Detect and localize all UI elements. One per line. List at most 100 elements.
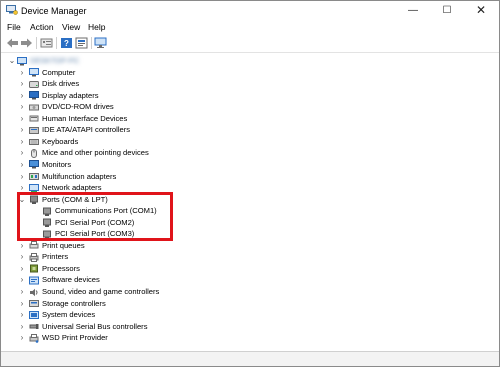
tree-item-label: Mice and other pointing devices <box>42 148 149 158</box>
dvd-drive-icon <box>29 104 39 111</box>
usb-icon <box>29 324 39 330</box>
toolbar-separator <box>56 37 57 49</box>
tree-category[interactable]: › Print queues <box>1 240 499 252</box>
expand-chevron[interactable]: › <box>18 240 26 251</box>
mouse-icon <box>31 148 37 158</box>
maximize-button[interactable]: ☐ <box>431 1 463 20</box>
expand-chevron[interactable]: › <box>18 136 26 147</box>
software-device-icon <box>29 276 39 285</box>
expand-chevron[interactable]: › <box>18 67 26 78</box>
tree-item-label: WSD Print Provider <box>42 333 108 343</box>
tree-item-label: Storage controllers <box>42 298 106 308</box>
tree-category[interactable]: › Human Interface Devices <box>1 113 499 125</box>
expand-chevron[interactable]: › <box>18 90 26 101</box>
device-manager-window: Device Manager — ☐ ✕ File Action View Help … <box>0 0 500 367</box>
forward-icon[interactable] <box>20 37 33 49</box>
expand-chevron[interactable]: › <box>18 298 26 309</box>
window-title: Device Manager <box>21 6 87 16</box>
tree-item-label: Sound, video and game controllers <box>42 287 160 296</box>
keyboard-icon <box>29 139 39 146</box>
properties-icon[interactable] <box>40 37 53 49</box>
expand-chevron[interactable]: › <box>18 286 26 297</box>
tree-item-label: Processors <box>42 263 80 273</box>
back-icon[interactable] <box>6 37 19 49</box>
tree-category[interactable]: › Display adapters <box>1 90 499 102</box>
tree-item-label: Monitors <box>42 159 72 169</box>
menu-view[interactable]: View <box>62 22 80 32</box>
tree-item-label: Print queues <box>42 240 85 250</box>
processor-icon <box>30 264 38 273</box>
expand-chevron[interactable]: › <box>18 78 26 89</box>
speaker-icon <box>30 288 38 296</box>
tree-item-label: Human Interface Devices <box>42 113 128 123</box>
tree-item-label: Display adapters <box>42 90 99 100</box>
tree-category[interactable]: › Multifunction adapters <box>1 171 499 183</box>
close-button[interactable]: ✕ <box>465 1 497 20</box>
toolbar: ? <box>1 34 499 53</box>
tree-category[interactable]: › System devices <box>1 309 499 321</box>
tree-category[interactable]: › Disk drives <box>1 78 499 90</box>
toolbar-separator <box>36 37 37 49</box>
tree-category[interactable]: › Keyboards <box>1 136 499 148</box>
print-queue-icon <box>29 241 39 249</box>
expand-chevron[interactable]: › <box>18 321 26 332</box>
tree-category[interactable]: › Monitors <box>1 159 499 171</box>
expand-chevron[interactable]: › <box>18 159 26 170</box>
expand-chevron[interactable]: › <box>18 332 26 343</box>
tree-item-label: Multifunction adapters <box>42 171 117 181</box>
disk-drive-icon <box>29 80 39 88</box>
tree-root[interactable]: ⌄ DESKTOP-PC <box>1 55 499 67</box>
tree-item-label: Universal Serial Bus controllers <box>42 321 148 331</box>
tree-item-label: Disk drives <box>42 79 80 89</box>
expand-chevron[interactable]: › <box>18 124 26 135</box>
tree-item-label: IDE ATA/ATAPI controllers <box>42 125 131 135</box>
tree-item-label: DVD/CD-ROM drives <box>42 102 114 112</box>
tree-category[interactable]: › Processors <box>1 263 499 275</box>
wsd-printer-icon <box>29 333 39 343</box>
display-adapter-icon <box>29 91 39 100</box>
menu-file[interactable]: File <box>7 22 21 32</box>
expand-chevron[interactable]: › <box>18 113 26 124</box>
collapse-root-chevron[interactable]: ⌄ <box>8 55 16 66</box>
help-icon[interactable]: ? <box>60 37 73 49</box>
tree-item-label: System devices <box>42 310 96 320</box>
computer-name-label: DESKTOP-PC <box>30 56 80 65</box>
toolbar-separator <box>91 37 92 49</box>
ide-controller-icon <box>29 126 39 134</box>
expand-chevron[interactable]: › <box>18 309 26 320</box>
system-device-icon <box>29 310 39 319</box>
expand-chevron[interactable]: › <box>18 251 26 262</box>
multifunction-adapter-icon <box>29 173 39 180</box>
tree-category[interactable]: › WSD Print Provider <box>1 332 499 344</box>
tree-category[interactable]: › Printers <box>1 251 499 263</box>
computer-root-icon <box>17 56 27 65</box>
tree-category[interactable]: › Computer <box>1 67 499 79</box>
storage-controller-icon <box>29 300 39 308</box>
tree-item-label: Computer <box>42 67 76 77</box>
expand-chevron[interactable]: › <box>18 274 26 285</box>
expand-chevron[interactable]: › <box>18 101 26 112</box>
tree-category[interactable]: › DVD/CD-ROM drives <box>1 101 499 113</box>
status-bar <box>1 351 499 366</box>
monitor-icon <box>29 160 39 169</box>
tree-category[interactable]: › Mice and other pointing devices <box>1 147 499 159</box>
menu-help[interactable]: Help <box>88 22 105 32</box>
tree-category[interactable]: › IDE ATA/ATAPI controllers <box>1 124 499 136</box>
tree-category[interactable]: › Universal Serial Bus controllers <box>1 321 499 333</box>
minimize-button[interactable]: — <box>397 1 429 20</box>
update-driver-icon[interactable] <box>75 37 88 49</box>
ports-highlight-box <box>17 192 173 241</box>
expand-chevron[interactable]: › <box>18 263 26 274</box>
computer-icon <box>29 68 39 77</box>
scan-hardware-icon[interactable] <box>94 37 107 49</box>
menu-action[interactable]: Action <box>30 22 54 32</box>
tree-category[interactable]: › Storage controllers <box>1 298 499 310</box>
expand-chevron[interactable]: › <box>18 171 26 182</box>
tree-category[interactable]: › Software devices <box>1 274 499 286</box>
expand-chevron[interactable]: › <box>18 147 26 158</box>
tree-category[interactable]: › Sound, video and game controllers <box>1 286 499 298</box>
tree-item-label: Keyboards <box>42 136 79 146</box>
menu-bar: File Action View Help <box>1 20 499 34</box>
device-manager-icon <box>6 5 18 15</box>
printer-icon <box>29 252 39 262</box>
